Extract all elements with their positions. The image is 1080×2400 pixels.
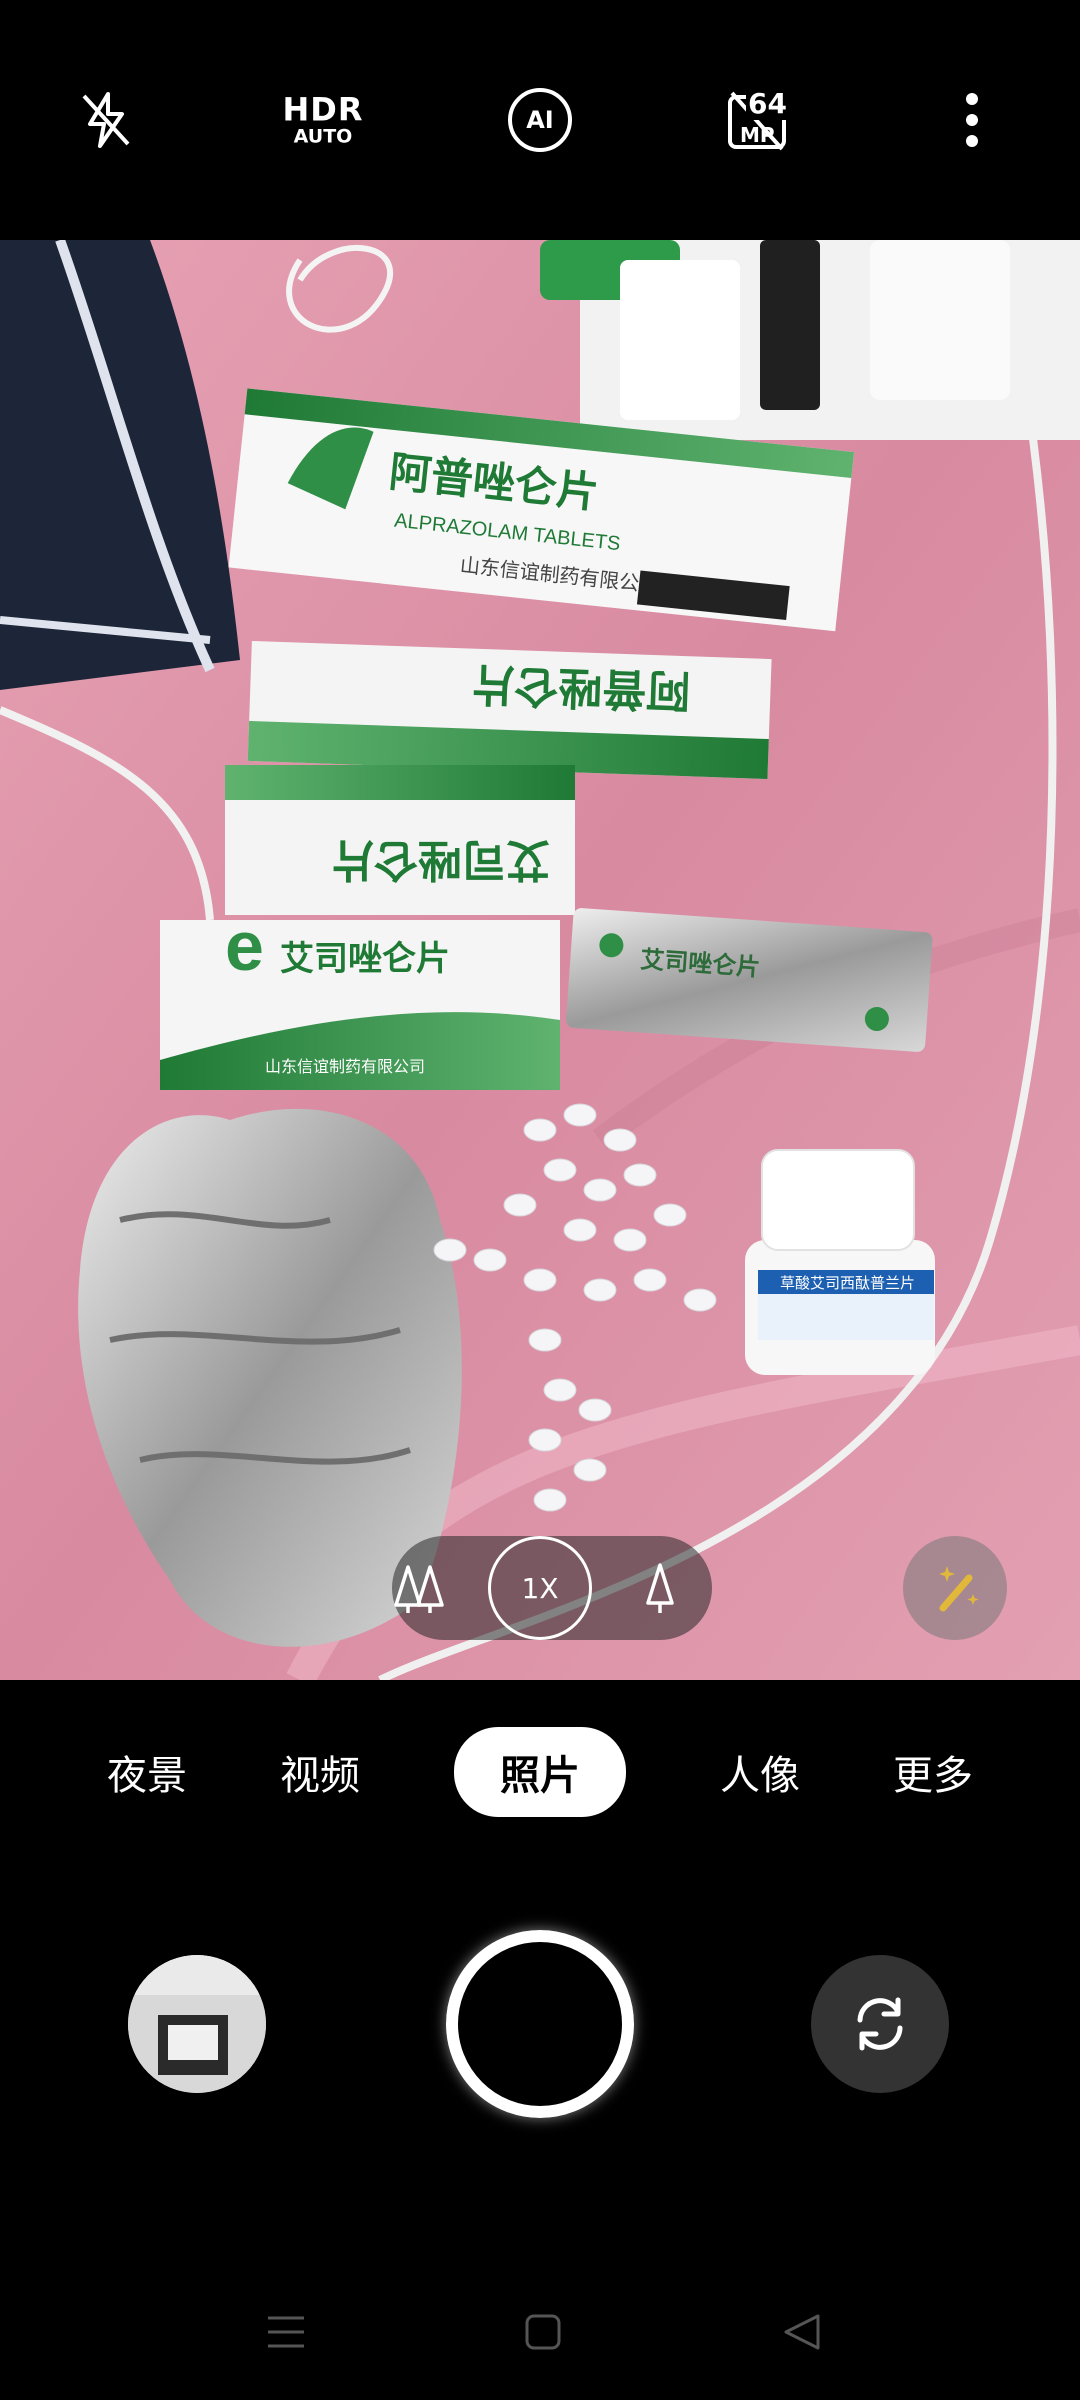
svg-text:艾司唑仑片: 艾司唑仑片: [330, 835, 550, 884]
camera-top-bar: HDR AUTO AI 64 MP: [0, 0, 1080, 240]
magic-wand-icon: [939, 1566, 979, 1612]
svg-text:艾司唑仑片: 艾司唑仑片: [280, 940, 450, 978]
hdr-label: HDR: [282, 90, 364, 129]
magic-wand-button[interactable]: [903, 1536, 1007, 1640]
mode-more[interactable]: 更多: [893, 1743, 973, 1801]
flash-off-icon[interactable]: [78, 90, 134, 150]
home-icon[interactable]: [524, 2313, 562, 2355]
svg-text:e: e: [225, 907, 264, 985]
camera-switch-icon: [857, 1997, 903, 2051]
resolution-label: 64: [746, 87, 789, 120]
back-icon[interactable]: [782, 2312, 822, 2356]
mode-night[interactable]: 夜景: [107, 1743, 187, 1801]
resolution-sub-label: MP: [740, 123, 775, 147]
mode-photo[interactable]: 照片: [454, 1727, 626, 1817]
tree-icon[interactable]: [643, 1561, 677, 1615]
preview-image: 阿普唑仑片 ALPRAZOLAM TABLETS 山东信谊制药有限公司 阿普唑仑…: [0, 240, 1080, 1680]
mode-video[interactable]: 视频: [280, 1743, 360, 1801]
menu-icon[interactable]: [266, 2314, 306, 2354]
trees-icon[interactable]: [392, 1563, 448, 1613]
camera-viewfinder[interactable]: 阿普唑仑片 ALPRAZOLAM TABLETS 山东信谊制药有限公司 阿普唑仑…: [0, 240, 1080, 1680]
zoom-level: 1X: [521, 1571, 559, 1605]
resolution-icon: 64 MP: [726, 87, 789, 151]
gallery-thumbnail-image: [128, 1955, 266, 2093]
svg-text:山东信谊制药有限公司: 山东信谊制药有限公司: [265, 1058, 425, 1076]
gallery-thumbnail[interactable]: [128, 1955, 266, 2093]
zoom-1x-button[interactable]: 1X: [488, 1536, 592, 1640]
svg-text:阿普唑仑片: 阿普唑仑片: [470, 659, 692, 716]
shutter-button[interactable]: [446, 1930, 634, 2118]
ai-toggle-button[interactable]: AI: [508, 88, 572, 152]
hdr-toggle-button[interactable]: HDR AUTO: [283, 94, 364, 147]
more-vertical-icon[interactable]: [962, 91, 982, 149]
ai-label: AI: [526, 106, 554, 134]
switch-camera-button[interactable]: [811, 1955, 949, 2093]
hdr-sub-label: AUTO: [293, 125, 353, 148]
ai-icon: AI: [508, 88, 572, 152]
svg-text:草酸艾司西酞普兰片: 草酸艾司西酞普兰片: [780, 1275, 915, 1292]
mode-portrait[interactable]: 人像: [720, 1743, 800, 1801]
resolution-button[interactable]: 64 MP: [726, 87, 789, 151]
